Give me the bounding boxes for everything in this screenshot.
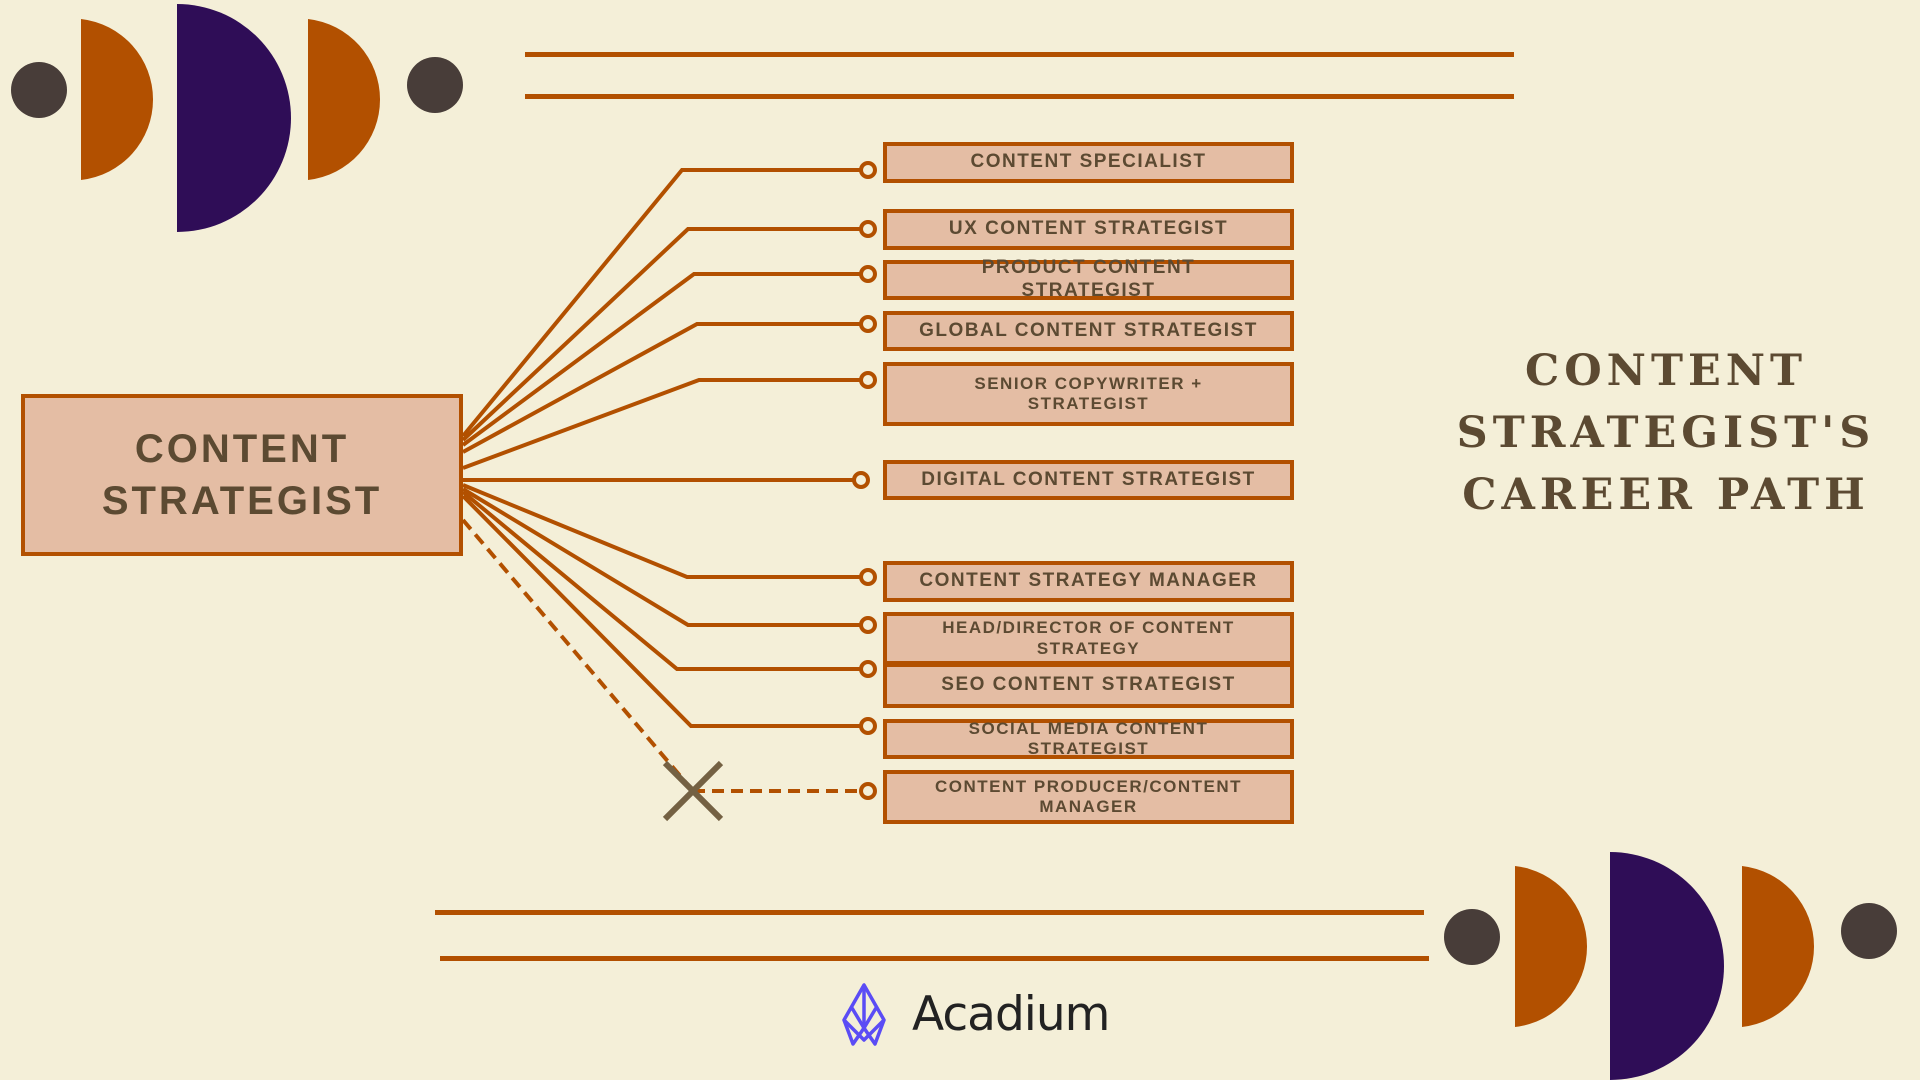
half-circle-purple-decoration	[1610, 852, 1724, 1080]
decoration-top-left	[11, 4, 463, 232]
divider-line	[440, 956, 1429, 961]
career-path-box: CONTENT PRODUCER/CONTENT MANAGER	[883, 770, 1294, 824]
connector-node-icon	[859, 782, 877, 800]
page-title: CONTENT STRATEGIST'S CAREER PATH	[1440, 340, 1892, 526]
half-circle-orange-decoration	[1515, 866, 1588, 1027]
career-path-box: HEAD/DIRECTOR OF CONTENT STRATEGY	[883, 612, 1294, 665]
acadium-logo-icon	[842, 983, 886, 1046]
half-circle-purple-decoration	[177, 4, 291, 232]
connector-node-icon	[859, 161, 877, 179]
career-path-box: UX CONTENT STRATEGIST	[883, 209, 1294, 250]
connector-node-icon	[859, 265, 877, 283]
divider-line	[435, 910, 1424, 915]
career-path-label: SOCIAL MEDIA CONTENT STRATEGIST	[968, 718, 1209, 758]
connector-line	[462, 483, 861, 579]
career-path-label: PRODUCT CONTENT STRATEGIST	[981, 257, 1196, 301]
connector-node-icon	[859, 220, 877, 238]
title-line: CAREER PATH	[1462, 470, 1870, 520]
title-line: STRATEGIST'S	[1456, 408, 1876, 458]
career-path-box: PRODUCT CONTENT STRATEGIST	[883, 257, 1294, 301]
connector-line	[461, 168, 861, 438]
root-role-line1: CONTENT	[134, 427, 350, 471]
career-path-label: CONTENT SPECIALIST	[970, 151, 1207, 173]
career-path-label: GLOBAL CONTENT STRATEGIST	[919, 319, 1258, 341]
connectors	[461, 161, 877, 822]
connector-node-icon	[859, 660, 877, 678]
career-path-label: DIGITAL CONTENT STRATEGIST	[921, 468, 1256, 490]
career-path-label: UX CONTENT STRATEGIST	[948, 218, 1229, 240]
connector-line	[461, 227, 861, 442]
connector-node-icon	[859, 568, 877, 586]
career-path-label: CONTENT STRATEGY MANAGER	[919, 570, 1258, 592]
career-path-box: SENIOR COPYWRITER + STRATEGIST	[883, 362, 1294, 426]
dot-decoration	[1444, 909, 1500, 965]
root-role-line2: STRATEGIST	[101, 479, 383, 523]
career-path-box: SEO CONTENT STRATEGIST	[883, 663, 1294, 708]
connector-line	[462, 378, 861, 470]
brand-name: Acadium	[912, 986, 1110, 1042]
title-line: CONTENT	[1524, 346, 1808, 396]
career-path-box: SOCIAL MEDIA CONTENT STRATEGIST	[883, 719, 1294, 759]
career-path-box: CONTENT SPECIALIST	[883, 142, 1294, 183]
career-path-box: CONTENT STRATEGY MANAGER	[883, 561, 1294, 602]
connector-node-icon	[859, 315, 877, 333]
connector-line	[462, 322, 861, 454]
decoration-bottom-right	[1444, 852, 1897, 1080]
dot-decoration	[407, 57, 463, 113]
half-circle-orange-decoration	[81, 19, 154, 180]
career-path-box: GLOBAL CONTENT STRATEGIST	[883, 311, 1294, 351]
career-path-label: SEO CONTENT STRATEGIST	[941, 674, 1236, 696]
half-circle-orange-decoration	[1742, 866, 1815, 1027]
divider-line	[525, 52, 1514, 57]
half-circle-orange-decoration	[308, 19, 381, 180]
divider-line	[525, 94, 1514, 99]
career-path-label: SENIOR COPYWRITER + STRATEGIST	[974, 373, 1203, 413]
career-path-box: DIGITAL CONTENT STRATEGIST	[883, 460, 1294, 500]
connector-node-icon	[859, 616, 877, 634]
connector-line	[461, 490, 861, 671]
career-path-label: CONTENT PRODUCER/CONTENT MANAGER	[934, 776, 1243, 816]
dot-decoration	[1841, 903, 1897, 959]
career-path-label: HEAD/DIRECTOR OF CONTENT STRATEGY	[942, 618, 1235, 658]
brand-logo: Acadium	[832, 982, 1110, 1046]
connector-node-icon	[859, 371, 877, 389]
root-role-box: CONTENT STRATEGIST	[21, 394, 463, 556]
dot-decoration	[11, 62, 67, 118]
connector-node-icon	[859, 717, 877, 735]
connector-node-icon	[852, 471, 870, 489]
